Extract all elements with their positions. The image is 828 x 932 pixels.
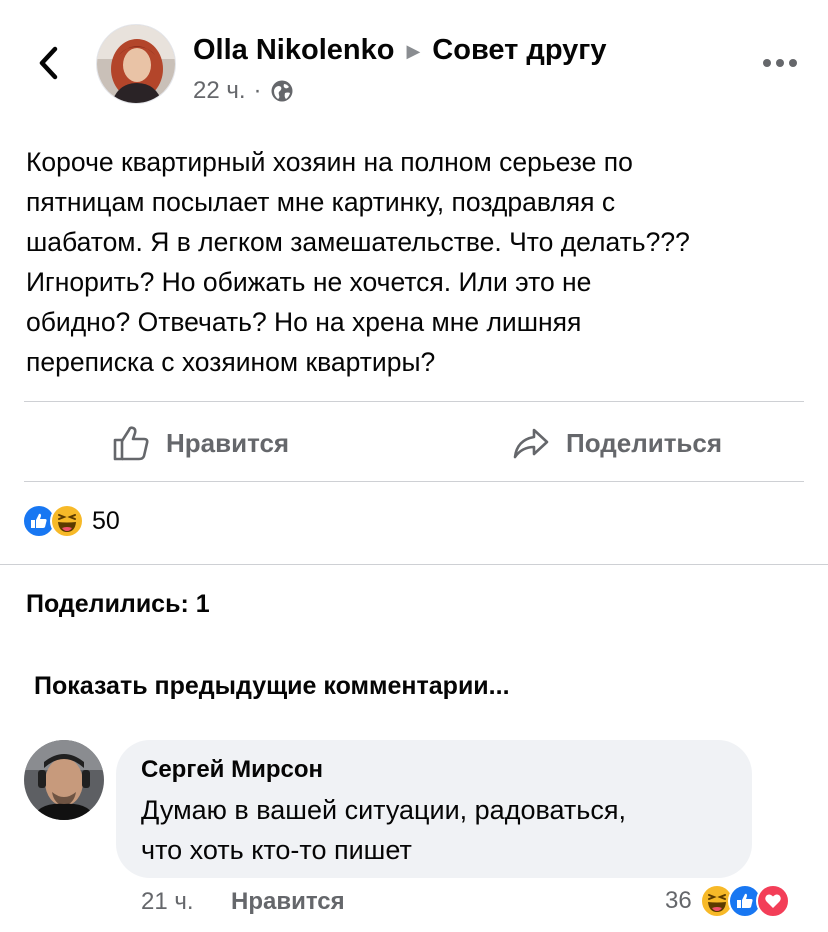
section-divider (0, 564, 828, 565)
post-text-line: пятницам посылает мне картинку, поздравл… (26, 187, 616, 217)
post-header: Olla Nikolenko ▶ Совет другу 22 ч. · (0, 0, 828, 120)
divider (24, 401, 804, 402)
comment-text-line: что хоть кто-то пишет (141, 835, 412, 865)
post-text-line: переписка с хозяином квартиры? (26, 347, 436, 377)
thumbs-up-icon (113, 426, 149, 461)
post-body: Короче квартирный хозяин на полном серье… (26, 142, 806, 382)
comment-reaction-count: 36 (665, 887, 692, 914)
comment-reaction-summary[interactable]: 36 (665, 884, 790, 918)
author-avatar[interactable] (96, 24, 176, 104)
author-name[interactable]: Olla Nikolenko (193, 34, 394, 67)
share-label: Поделиться (566, 427, 723, 458)
post-text-line: шабатом. Я в легком замешательстве. Что … (26, 227, 690, 257)
haha-reaction-icon (50, 504, 84, 538)
post-meta: 22 ч. · (193, 77, 294, 105)
comment-text: Думаю в вашей ситуации, радоваться, что … (141, 790, 741, 870)
show-previous-comments-link[interactable]: Показать предыдущие комментарии... (34, 672, 510, 701)
comment-author[interactable]: Сергей Мирсон (141, 756, 323, 784)
reaction-count: 50 (92, 506, 120, 535)
shares-count[interactable]: Поделились: 1 (26, 590, 210, 619)
post-text-line: Игнорить? Но обижать не хочется. Или это… (26, 267, 592, 297)
like-label: Нравится (166, 427, 290, 458)
comment-timestamp[interactable]: 21 ч. (141, 888, 194, 916)
comment-like-button[interactable]: Нравится (231, 888, 345, 916)
comment-text-line: Думаю в вашей ситуации, радоваться, (141, 795, 626, 825)
commenter-avatar[interactable] (24, 740, 104, 820)
share-arrow-icon (513, 428, 549, 459)
more-options-button[interactable] (760, 48, 800, 78)
globe-icon (271, 80, 293, 102)
back-button[interactable] (30, 42, 66, 84)
chevron-left-icon (39, 46, 58, 80)
comment-bubble: Сергей Мирсон Думаю в вашей ситуации, ра… (116, 740, 752, 878)
like-button[interactable]: Нравится (112, 416, 289, 470)
post-text-line: Короче квартирный хозяин на полном серье… (26, 147, 633, 177)
love-reaction-icon (755, 884, 790, 918)
share-button[interactable]: Поделиться (512, 416, 722, 470)
group-name[interactable]: Совет другу (432, 34, 606, 67)
post-timestamp[interactable]: 22 ч. (193, 77, 246, 105)
divider (24, 481, 804, 482)
post-title: Olla Nikolenko ▶ Совет другу (193, 34, 606, 67)
triangle-right-icon: ▶ (406, 41, 421, 61)
meta-separator: · (253, 77, 262, 104)
more-horizontal-icon (763, 59, 797, 67)
reaction-summary[interactable]: 50 (22, 504, 120, 538)
post-text-line: обидно? Отвечать? Но на хрена мне лишняя (26, 307, 582, 337)
